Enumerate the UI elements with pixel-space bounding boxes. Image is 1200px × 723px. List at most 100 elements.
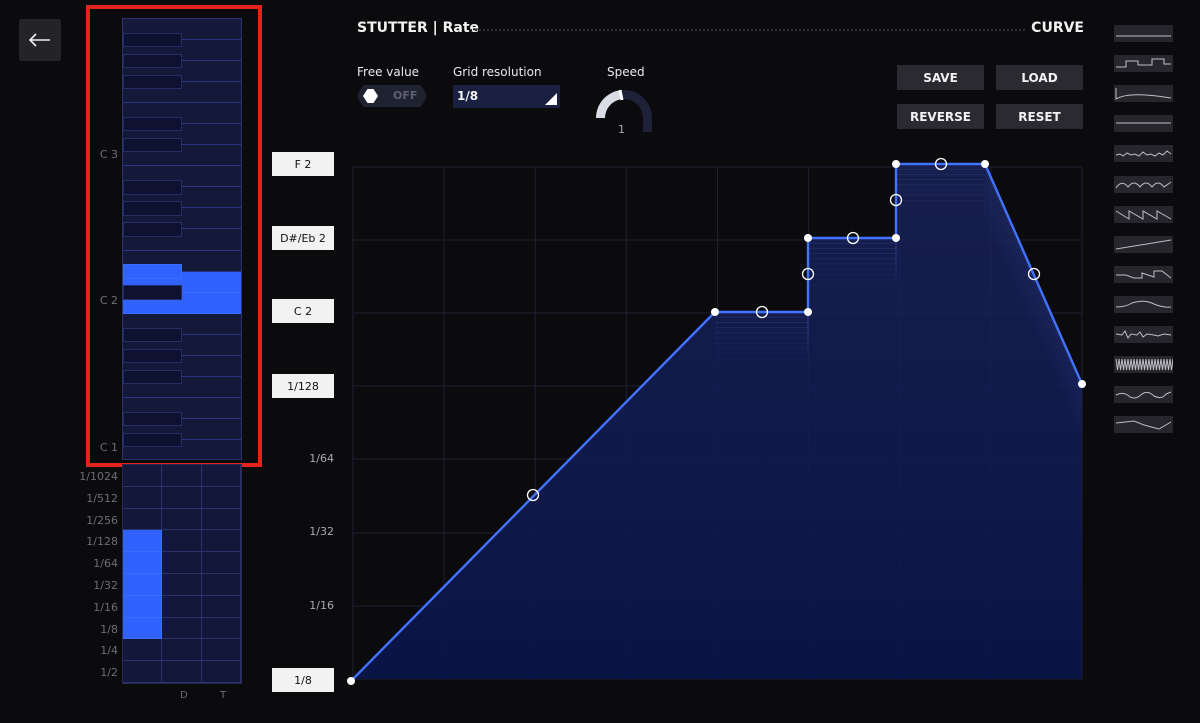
black-key[interactable]	[123, 53, 182, 69]
black-key[interactable]	[123, 117, 182, 132]
curve-editor[interactable]	[347, 157, 1086, 685]
piano-keyboard[interactable]	[122, 18, 242, 460]
rate-cell[interactable]	[162, 552, 202, 574]
preset-flat[interactable]	[1114, 25, 1173, 42]
grid-resolution-value: 1/8	[457, 89, 479, 103]
rate-cell[interactable]	[162, 661, 202, 683]
rate-cell[interactable]	[162, 530, 202, 553]
preset-noise[interactable]	[1114, 145, 1173, 163]
curve-point-handle[interactable]	[804, 308, 812, 316]
curve-point-handle[interactable]	[804, 234, 812, 242]
curve-point-handle[interactable]	[1078, 380, 1086, 388]
rate-cell[interactable]	[202, 508, 241, 531]
rate-label: 1/64	[93, 557, 118, 571]
rate-cell[interactable]	[162, 595, 202, 618]
rate-cell[interactable]	[123, 574, 162, 596]
black-key[interactable]	[123, 74, 182, 90]
black-key[interactable]	[123, 32, 182, 48]
rate-cell[interactable]	[162, 465, 202, 487]
curve-point-handle[interactable]	[347, 677, 355, 685]
rate-cell[interactable]	[202, 661, 241, 683]
caret-icon	[545, 93, 557, 105]
rate-cell[interactable]	[123, 661, 162, 683]
preset-ramp-up[interactable]	[1114, 235, 1173, 253]
curve-point-handle[interactable]	[892, 160, 900, 168]
rate-cell[interactable]	[162, 639, 202, 662]
curve-point-handle[interactable]	[892, 234, 900, 242]
black-key[interactable]	[123, 369, 182, 384]
column-label-dotted: D	[180, 690, 188, 701]
value-tag-f2: F 2	[272, 152, 334, 176]
rate-cell[interactable]	[202, 465, 241, 487]
arrow-left-icon	[28, 33, 52, 47]
rate-cell[interactable]	[123, 617, 162, 640]
black-key[interactable]	[123, 222, 182, 237]
black-key[interactable]	[123, 201, 182, 216]
rate-label: 1/32	[93, 579, 118, 592]
back-button[interactable]	[19, 19, 61, 61]
toggle-state: OFF	[393, 89, 418, 102]
toggle-knob	[363, 89, 378, 103]
black-key[interactable]	[123, 411, 182, 427]
preset-step-saw[interactable]	[1114, 265, 1173, 283]
preset-dense-sine[interactable]	[1114, 356, 1173, 374]
grid-resolution-label: Grid resolution	[453, 65, 542, 79]
black-key[interactable]	[123, 138, 182, 153]
value-tag-1-128: 1/128	[272, 374, 334, 398]
rate-cell[interactable]	[123, 486, 162, 509]
rate-cell[interactable]	[202, 617, 241, 640]
rate-cell[interactable]	[123, 465, 162, 487]
black-key[interactable]	[123, 180, 182, 195]
rate-cell[interactable]	[202, 486, 241, 509]
rate-cell[interactable]	[123, 595, 162, 618]
black-key[interactable]	[123, 348, 182, 363]
rate-cell[interactable]	[123, 508, 162, 531]
rate-cell[interactable]	[202, 595, 241, 618]
reverse-button[interactable]: REVERSE	[897, 104, 984, 129]
preset-square-steps[interactable]	[1114, 55, 1173, 73]
value-tag-1-8: 1/8	[272, 668, 334, 692]
rate-cell[interactable]	[202, 552, 241, 574]
axis-label-1-16: 1/16	[309, 599, 334, 612]
preset-smooth-hump[interactable]	[1114, 295, 1173, 313]
preset-flat-high[interactable]	[1114, 115, 1173, 133]
rate-cell[interactable]	[123, 639, 162, 662]
rate-cell[interactable]	[202, 639, 241, 662]
rate-cell[interactable]	[162, 574, 202, 596]
preset-saw-down[interactable]	[1114, 205, 1173, 223]
preset-dip[interactable]	[1114, 416, 1173, 434]
page-title: STUTTER | Rate	[357, 20, 480, 36]
rate-cell[interactable]	[123, 530, 162, 553]
preset-bumps[interactable]	[1114, 175, 1173, 193]
rate-label: 1/2	[100, 666, 118, 680]
reset-button[interactable]: RESET	[996, 104, 1083, 129]
rate-cell[interactable]	[162, 508, 202, 531]
rate-label: 1/128	[86, 535, 118, 549]
save-button[interactable]: SAVE	[897, 65, 984, 90]
value-tag-d-sharp-2: D#/Eb 2	[272, 226, 334, 250]
black-key[interactable]	[123, 285, 182, 300]
grid-resolution-select[interactable]: 1/8	[453, 85, 560, 108]
note-label-c3: C 3	[99, 148, 118, 161]
black-key[interactable]	[123, 327, 182, 342]
rate-cell[interactable]	[162, 486, 202, 509]
rate-cell[interactable]	[202, 530, 241, 553]
curve-point-handle[interactable]	[981, 160, 989, 168]
black-key[interactable]	[123, 264, 182, 279]
load-button[interactable]: LOAD	[996, 65, 1083, 90]
rate-label: 1/512	[86, 491, 118, 505]
black-key[interactable]	[123, 432, 182, 448]
rate-cell[interactable]	[202, 574, 241, 596]
axis-label-1-32: 1/32	[309, 525, 334, 538]
rate-label: 1/256	[86, 513, 118, 527]
title-divider	[470, 29, 1025, 31]
preset-jitter[interactable]	[1114, 326, 1173, 343]
rate-cell[interactable]	[123, 552, 162, 574]
rate-grid[interactable]	[122, 464, 242, 684]
free-value-toggle[interactable]: OFF	[357, 85, 427, 107]
preset-wobble[interactable]	[1114, 386, 1173, 404]
curve-point-handle[interactable]	[711, 308, 719, 316]
rate-cell[interactable]	[162, 617, 202, 640]
note-label-c1: C 1	[99, 441, 118, 454]
preset-decay[interactable]	[1114, 85, 1173, 103]
